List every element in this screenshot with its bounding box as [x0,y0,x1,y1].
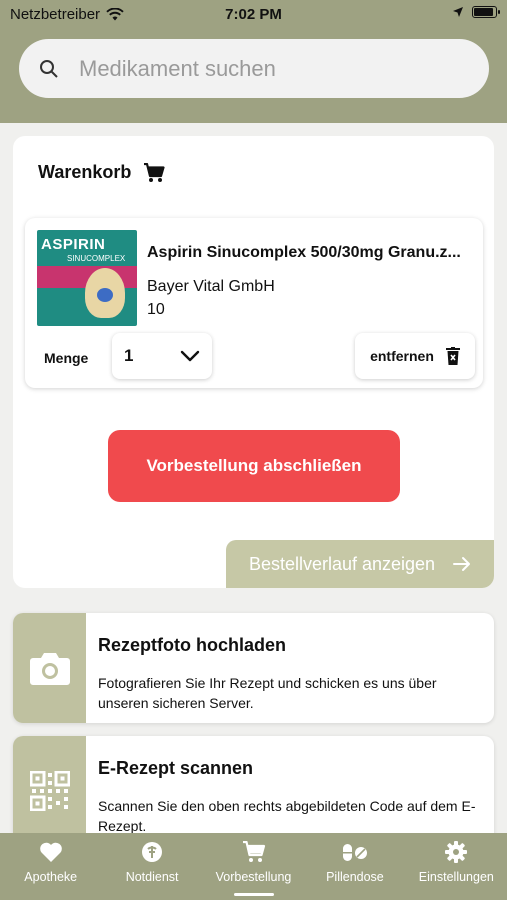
product-manufacturer: Bayer Vital GmbH [147,278,275,295]
cart-icon [242,841,265,862]
arrow-right-icon [453,557,471,571]
status-icons [452,6,500,18]
nav-item-apotheke[interactable]: Apotheke [0,833,101,900]
gear-icon [445,841,468,863]
upload-prescription-card[interactable]: Rezeptfoto hochladen Fotografieren Sie I… [13,613,494,723]
search-bar[interactable] [19,39,489,98]
nav-label: Notdienst [125,870,179,884]
header-bar: Netzbetreiber 7:02 PM [0,0,507,123]
cart-title: Warenkorb [38,162,132,182]
nav-item-vorbestellung[interactable]: Vorbestellung [203,833,304,900]
order-history-label: Bestellverlauf anzeigen [248,553,436,574]
order-history-button[interactable]: Bestellverlauf anzeigen [226,540,494,588]
quantity-select[interactable]: 1 [112,333,212,379]
cart-header: Warenkorb [38,162,165,183]
remove-button[interactable]: entfernen [355,333,475,379]
cart-icon [144,162,165,182]
qr-code-icon [29,771,70,811]
quantity-label: Menge [44,350,89,366]
nav-item-pillendose[interactable]: Pillendose [304,833,405,900]
bottom-navigation: Apotheke Notdienst Vorbestellung Pillend… [0,833,507,900]
product-image-brand: ASPIRIN [41,236,106,253]
battery-icon [472,6,500,18]
heart-icon [39,842,62,862]
remove-label: entfernen [370,348,434,364]
location-arrow-icon [453,7,463,17]
nav-item-notdienst[interactable]: Notdienst [101,833,202,900]
cart-item: ASPIRIN SINUCOMPLEX Aspirin Sinucomplex … [25,218,483,388]
complete-preorder-button[interactable]: Vorbestellung abschließen [108,430,400,502]
camera-icon [29,653,70,685]
quantity-value: 1 [124,346,134,365]
product-package-size: 10 [147,301,165,318]
nav-label: Einstellungen [418,870,494,884]
nav-label: Pillendose [326,870,384,884]
scan-erezept-card[interactable]: E-Rezept scannen Scannen Sie den oben re… [13,736,494,846]
clock: 7:02 PM [225,6,282,23]
feature-title: Rezeptfoto hochladen [98,635,286,655]
status-bar: Netzbetreiber 7:02 PM [0,0,507,30]
qr-icon-container [13,736,86,846]
feature-text: Scannen Sie den oben rechts abgebildeten… [98,798,476,834]
nav-label: Vorbestellung [215,870,292,884]
feature-text: Fotografieren Sie Ihr Rezept und schicke… [98,675,437,711]
feature-title: E-Rezept scannen [98,758,254,778]
product-name: Aspirin Sinucomplex 500/30mg Granu.z... [147,244,461,261]
search-input[interactable] [79,55,459,82]
cart-card: Warenkorb ASPIRIN SINUCOMPLEX Aspirin Si… [13,136,494,588]
pill-icon [342,844,367,861]
product-image-sub: SINUCOMPLEX [67,254,126,263]
search-icon [40,59,58,78]
camera-icon-container [13,613,86,723]
chevron-down-icon [180,350,200,362]
trash-icon [445,347,460,365]
nav-item-einstellungen[interactable]: Einstellungen [406,833,507,900]
notdienst-icon [142,842,163,862]
product-image: ASPIRIN SINUCOMPLEX [37,230,137,326]
nav-label: Apotheke [24,870,78,884]
